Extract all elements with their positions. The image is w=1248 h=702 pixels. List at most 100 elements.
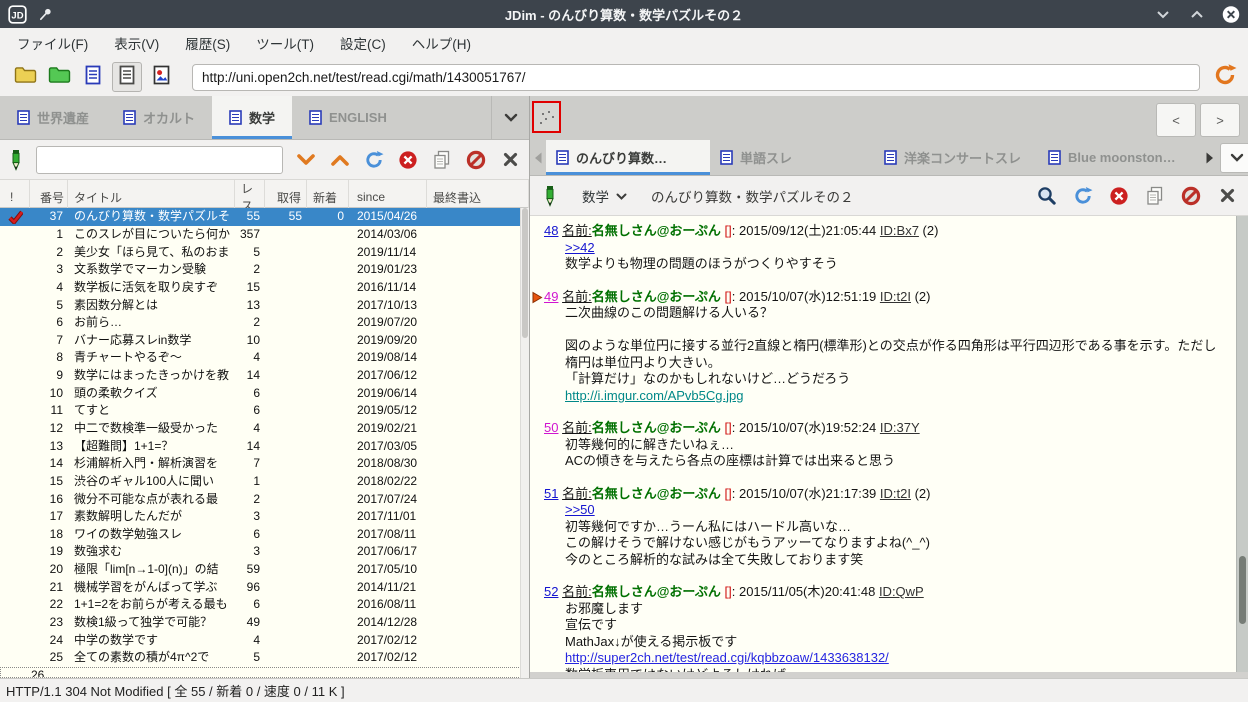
image-thumbnail[interactable] [532, 101, 561, 133]
thread-copy-button[interactable] [1144, 185, 1166, 207]
tabs-scroll-left-icon[interactable] [530, 140, 546, 175]
favorites-folder-button[interactable] [44, 62, 74, 92]
post-number-link[interactable]: 52 [544, 584, 558, 599]
post-id-link[interactable]: ID:Bx7 [880, 223, 919, 238]
post-number-link[interactable]: 51 [544, 486, 558, 501]
thread-row[interactable]: 14 杉浦解析入門・解析演習を 7 2018/08/30 [0, 455, 529, 473]
post-id-link[interactable]: ID:QwP [879, 584, 924, 599]
anchor-link[interactable]: >>50 [565, 502, 595, 517]
url-link[interactable]: http://i.imgur.com/APvb5Cg.jpg [565, 388, 743, 403]
thread-row[interactable]: 12 中二で数検準一級受かった 4 2019/02/21 [0, 420, 529, 438]
posts-scrollbar-thumb[interactable] [1239, 556, 1246, 624]
tab[interactable]: のんびり算数… [546, 140, 710, 175]
thread-row[interactable]: 17 素数解明したんだが 3 2017/11/01 [0, 508, 529, 526]
thread-row[interactable]: 16 微分不可能な点が表れる最 2 2017/07/24 [0, 490, 529, 508]
thread-row[interactable]: 19 数強求む 3 2017/06/17 [0, 543, 529, 561]
thread-stop-button[interactable] [1108, 185, 1130, 207]
menu-item[interactable]: 設定(C) [327, 28, 399, 58]
search-down-button[interactable] [295, 149, 317, 171]
post-id-link[interactable]: ID:37Y [880, 420, 920, 435]
copy-button[interactable] [431, 149, 453, 171]
thread-row[interactable]: 6 お前ら… 2 2019/07/20 [0, 314, 529, 332]
row-new-count [307, 455, 349, 472]
thread-row[interactable]: 5 素因数分解とは 13 2017/10/13 [0, 296, 529, 314]
post-id-link[interactable]: ID:t2I [880, 486, 911, 501]
tab[interactable]: 洋楽コンサートスレ [874, 140, 1038, 175]
thread-row[interactable]: 7 バナー応募スレin数学 10 2019/09/20 [0, 331, 529, 349]
stop-button[interactable] [397, 149, 419, 171]
menu-item[interactable]: 履歴(S) [172, 28, 243, 58]
tabs-scroll-right-icon[interactable] [1202, 140, 1218, 175]
tab[interactable]: 単語スレ [710, 140, 874, 175]
thread-tab-list-button[interactable] [1220, 142, 1248, 173]
board-tab-list-button[interactable] [491, 96, 529, 139]
url-input[interactable] [192, 63, 1200, 91]
search-up-button[interactable] [329, 149, 351, 171]
thread-row[interactable]: 9 数学にはまったきっかけを教 14 2017/06/12 [0, 367, 529, 385]
menu-item[interactable]: 表示(V) [101, 28, 172, 58]
post: 48 名前:名無しさん@おーぷん []: 2015/09/12(土)21:05:… [544, 223, 1224, 273]
thread-row[interactable]: 13 【超難問】1+1=？ 14 2017/03/05 [0, 437, 529, 455]
thread-row[interactable]: 3 文系数学でマーカン受験 2 2019/01/23 [0, 261, 529, 279]
close-tab-button[interactable] [499, 149, 521, 171]
thread-row[interactable]: 24 中学の数学です 4 2017/02/12 [0, 631, 529, 649]
post-number-link[interactable]: 48 [544, 223, 558, 238]
thread-row[interactable]: 1 このスレが目についたら何か 357 2014/03/06 [0, 226, 529, 244]
thread-row[interactable]: 21 機械学習をがんばって学ぶ 96 2014/11/21 [0, 578, 529, 596]
post-mail: [] [720, 223, 732, 238]
thread-row[interactable]: 18 ワイの数学勉強スレ 6 2017/08/11 [0, 526, 529, 544]
image-prev-button[interactable]: < [1156, 103, 1196, 137]
maximize-button[interactable] [1188, 5, 1206, 23]
image-view-button[interactable] [146, 62, 176, 92]
list-scrollbar[interactable] [520, 208, 529, 678]
post-number-link[interactable]: 49 [544, 289, 558, 304]
menu-item[interactable]: ツール(T) [243, 28, 327, 58]
thread-row[interactable]: 20 極限「lim[n→1-0](n)」の結 59 2017/05/10 [0, 561, 529, 579]
thread-row[interactable]: 8 青チャートやるぞ～ 4 2019/08/14 [0, 349, 529, 367]
pin-icon[interactable] [38, 6, 54, 22]
menu-item[interactable]: ファイル(F) [4, 28, 101, 58]
block-button[interactable] [465, 149, 487, 171]
thread-row[interactable]: 22 1+1=2をお前らが考える最も 6 2016/08/11 [0, 596, 529, 614]
thread-row[interactable]: 2 美少女「ほら見て、私のおま 5 2019/11/14 [0, 243, 529, 261]
thread-row-clipped[interactable]: 26 [0, 666, 529, 678]
minimize-button[interactable] [1154, 5, 1172, 23]
thread-close-button[interactable] [1216, 185, 1238, 207]
thread-row[interactable]: 11 てすと 6 2019/05/12 [0, 402, 529, 420]
thread-reload-button[interactable] [1072, 185, 1094, 207]
close-button[interactable] [1222, 5, 1240, 23]
thread-row[interactable]: 10 頭の柔軟クイズ 6 2019/06/14 [0, 384, 529, 402]
image-next-button[interactable]: > [1200, 103, 1240, 137]
tab[interactable]: ENGLISH [292, 96, 404, 139]
tab[interactable]: 数学 [212, 96, 293, 139]
thread-row[interactable]: 4 数学板に活気を取り戻すぞ 15 2016/11/14 [0, 279, 529, 297]
menu-item[interactable]: ヘルプ(H) [399, 28, 484, 58]
board-search-input[interactable] [35, 145, 284, 174]
reload-button[interactable] [363, 149, 385, 171]
post-datetime: : 2015/10/07(水)21:17:39 [731, 485, 880, 501]
list-scrollbar-thumb[interactable] [522, 208, 528, 338]
thread-block-button[interactable] [1180, 185, 1202, 207]
write-pencil-icon[interactable] [542, 185, 560, 207]
thread-row[interactable]: 15 渋谷のギャル100人に聞い 1 2018/02/22 [0, 473, 529, 491]
thread-row[interactable]: 23 数検1級って独学で可能？ 49 2014/12/28 [0, 614, 529, 632]
tab[interactable]: オカルト [106, 96, 212, 139]
anchor-link[interactable]: >>42 [565, 240, 595, 255]
posts-scrollbar[interactable] [1236, 216, 1248, 672]
url-link[interactable]: http://super2ch.net/test/read.cgi/kqbbzo… [565, 650, 889, 665]
thread-row[interactable]: 25 全ての素数の積が4π^2で 5 2017/02/12 [0, 649, 529, 667]
post-id-link[interactable]: ID:t2I [880, 289, 911, 304]
thread-row[interactable]: 37 のんびり算数・数学パズルそ 55 55 0 2015/04/26 [0, 208, 529, 226]
tab[interactable]: 世界遺産 [0, 96, 106, 139]
url-go-button[interactable] [1212, 63, 1238, 90]
post-name-label: 名前: [562, 420, 592, 435]
board-dropdown[interactable]: 数学 [582, 186, 627, 206]
pencil-icon[interactable] [8, 149, 26, 171]
board-view-button[interactable] [78, 62, 108, 92]
thread-list-header[interactable]: ! 番号 タイトル レス 取得 新着 since 最終書込 [0, 180, 529, 214]
search-thread-button[interactable] [1036, 185, 1058, 207]
thread-view-button[interactable] [112, 62, 142, 92]
tab[interactable]: Blue moonston… [1038, 140, 1202, 175]
open-board-button[interactable] [10, 62, 40, 92]
post-number-link[interactable]: 50 [544, 420, 558, 435]
